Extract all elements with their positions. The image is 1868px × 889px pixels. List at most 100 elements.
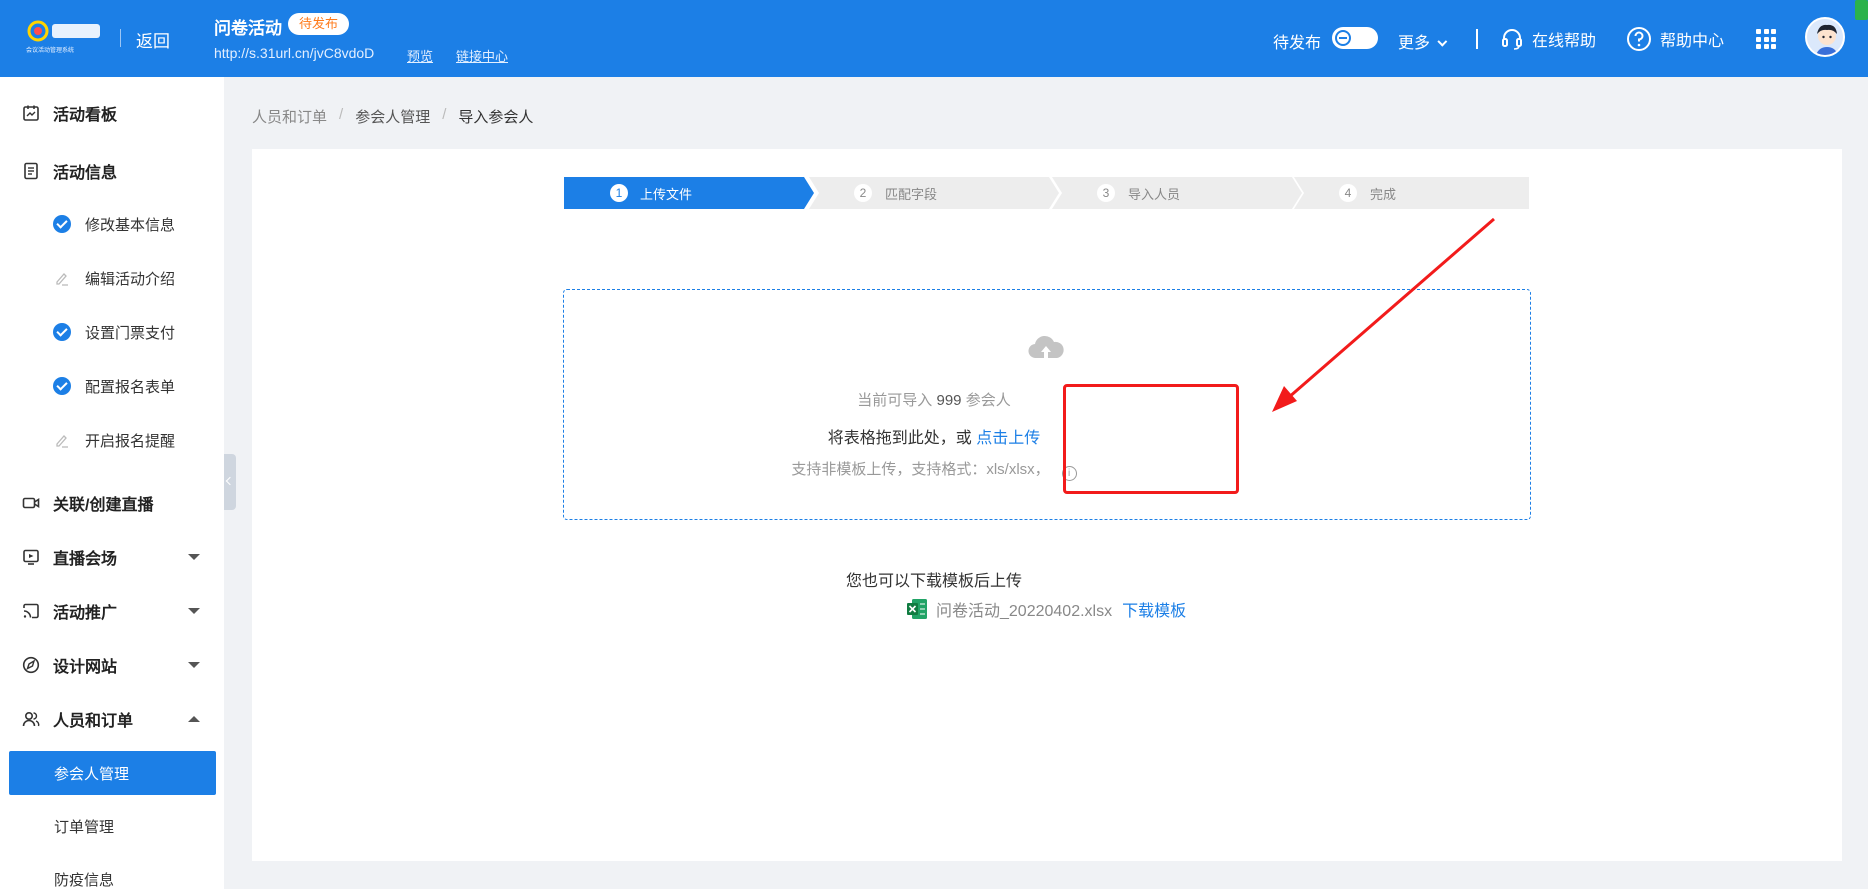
breadcrumb-separator: /: [442, 106, 447, 123]
format-hint: 支持非模板上传，支持格式：xls/xlsx， i: [0, 458, 1868, 481]
publish-toggle[interactable]: [1332, 27, 1378, 49]
step-label: 匹配字段: [885, 187, 938, 202]
help-center-button[interactable]: 帮助中心: [1626, 25, 1724, 53]
breadcrumb-item-current: 导入参会人: [458, 109, 534, 126]
more-menu-button[interactable]: 更多: [1398, 29, 1448, 53]
chevron-down-icon: [1437, 36, 1448, 47]
top-header: 会议活动管理系统 返回 问卷活动 待发布 http://s.31url.cn/j…: [0, 0, 1868, 77]
help-center-label: 帮助中心: [1660, 33, 1725, 50]
sidebar-item-info[interactable]: 活动信息: [0, 151, 224, 191]
template-file-row: 问卷活动_20220402.xlsx 下载模板: [906, 597, 1186, 621]
video-camera-icon: [22, 497, 40, 509]
sidebar-leaf-label: 防疫信息: [54, 872, 115, 889]
activity-url: http://s.31url.cn/jvC8vdoD: [214, 45, 375, 61]
download-template-link[interactable]: 下载模板: [1122, 597, 1186, 621]
document-icon: [24, 162, 38, 180]
check-circle-icon: [53, 323, 71, 341]
sidebar-label: 直播会场: [53, 551, 118, 568]
breadcrumb-item-people[interactable]: 人员和订单: [252, 106, 327, 127]
caret-up-icon: [188, 716, 200, 722]
step-number: 3: [1097, 184, 1115, 202]
header-divider: [120, 29, 121, 47]
logo-caption: 会议活动管理系统: [26, 48, 75, 54]
sidebar-label: 人员和订单: [53, 713, 134, 730]
step-number: 4: [1339, 184, 1357, 202]
user-avatar-icon: [1807, 19, 1843, 55]
preview-link[interactable]: 预览: [407, 46, 433, 65]
click-upload-link[interactable]: 点击上传: [976, 430, 1040, 447]
logo-mark-icon: [27, 20, 100, 42]
caret-down-icon: [188, 554, 200, 560]
template-filename: 问卷活动_20220402.xlsx: [936, 603, 1113, 620]
sidebar-leaf-label: 订单管理: [54, 819, 115, 836]
avatar[interactable]: [1805, 17, 1845, 57]
quota-number: 999: [936, 392, 962, 409]
sidebar-sublabel: 修改基本信息: [85, 217, 176, 234]
template-hint: 您也可以下载模板后上传: [845, 573, 1022, 590]
sidebar-sublabel: 设置门票支付: [85, 325, 176, 342]
breadcrumb-separator: /: [339, 106, 344, 123]
drag-instruction: 将表格拖到此处，或 点击上传: [0, 424, 1868, 448]
link-center-link[interactable]: 链接中心: [456, 46, 508, 65]
excel-file-icon: [907, 599, 927, 619]
step-label: 导入人员: [1128, 187, 1181, 202]
sidebar-subitem-ticket[interactable]: 设置门票支付: [0, 312, 224, 352]
back-button[interactable]: 返回: [136, 27, 170, 52]
activity-title: 问卷活动: [214, 19, 282, 38]
users-icon: [22, 711, 40, 727]
import-steps: 1 上传文件 2 匹配字段 3 导入人员 4 完成: [564, 177, 1529, 209]
pencil-icon: [56, 273, 68, 286]
publish-status-label: 待发布: [1273, 35, 1322, 52]
sidebar-leaf-label: 参会人管理: [54, 766, 130, 783]
sidebar-label: 活动看板: [53, 107, 118, 124]
sidebar-item-live[interactable]: 关联/创建直播: [0, 483, 224, 523]
import-quota: 当前可导入 999 参会人: [0, 389, 1868, 410]
step-import: 3 导入人员: [1052, 177, 1302, 209]
cast-icon: [23, 603, 39, 619]
more-label: 更多: [1398, 35, 1431, 52]
sidebar-sublabel: 编辑活动介绍: [85, 271, 176, 288]
step-label: 上传文件: [640, 187, 693, 202]
sidebar-subitem-basic-info[interactable]: 修改基本信息: [0, 204, 224, 244]
sidebar-label: 活动推广: [53, 605, 118, 622]
live-screen-icon: [23, 549, 39, 565]
info-icon[interactable]: i: [1061, 466, 1077, 481]
online-help-label: 在线帮助: [1532, 33, 1597, 50]
step-match: 2 匹配字段: [809, 177, 1059, 209]
sidebar-item-promotion[interactable]: 活动推广: [0, 591, 224, 631]
cloud-upload-icon: [1028, 335, 1064, 359]
breadcrumb: 人员和订单 / 参会人管理 / 导入参会人: [252, 106, 533, 127]
scroll-indicator: [1855, 0, 1868, 20]
format-text: 支持非模板上传，支持格式：xls/xlsx，: [791, 461, 1050, 478]
sidebar-item-attendee-management[interactable]: 参会人管理: [9, 751, 216, 795]
step-upload: 1 上传文件: [564, 177, 814, 209]
check-circle-icon: [53, 215, 71, 233]
online-help-button[interactable]: 在线帮助: [1500, 25, 1596, 53]
sidebar-item-website[interactable]: 设计网站: [0, 645, 224, 685]
sidebar-label: 关联/创建直播: [53, 497, 154, 514]
design-compass-icon: [22, 656, 40, 674]
sidebar-item-people[interactable]: 人员和订单: [0, 699, 224, 739]
headset-icon: [1502, 29, 1522, 50]
calendar-chart-icon: [23, 105, 39, 121]
app-logo[interactable]: 会议活动管理系统: [26, 20, 106, 56]
status-badge: 待发布: [288, 13, 350, 35]
step-number: 1: [610, 184, 628, 202]
sidebar-item-dashboard[interactable]: 活动看板: [0, 93, 224, 133]
breadcrumb-item-attendees[interactable]: 参会人管理: [355, 106, 430, 127]
apps-grid-icon[interactable]: [1756, 29, 1776, 49]
step-number: 2: [854, 184, 872, 202]
sidebar-subitem-intro[interactable]: 编辑活动介绍: [0, 258, 224, 298]
sidebar-label: 活动信息: [53, 165, 118, 182]
sidebar-label: 设计网站: [53, 659, 118, 676]
help-circle-icon: [1627, 27, 1651, 51]
caret-down-icon: [188, 662, 200, 668]
sidebar: 活动看板 活动信息 修改基本信息 编辑活动介绍 设置门票支付 配置报名表单 开启…: [0, 77, 224, 889]
step-done: 4 完成: [1294, 177, 1529, 209]
sidebar-item-epidemic-info[interactable]: 防疫信息: [9, 857, 216, 889]
sidebar-item-order-management[interactable]: 订单管理: [9, 804, 216, 848]
drag-text: 将表格拖到此处，或: [827, 430, 972, 447]
header-separator: [1476, 29, 1478, 49]
step-label: 完成: [1370, 187, 1397, 202]
quota-prefix: 当前可导入: [857, 392, 933, 409]
